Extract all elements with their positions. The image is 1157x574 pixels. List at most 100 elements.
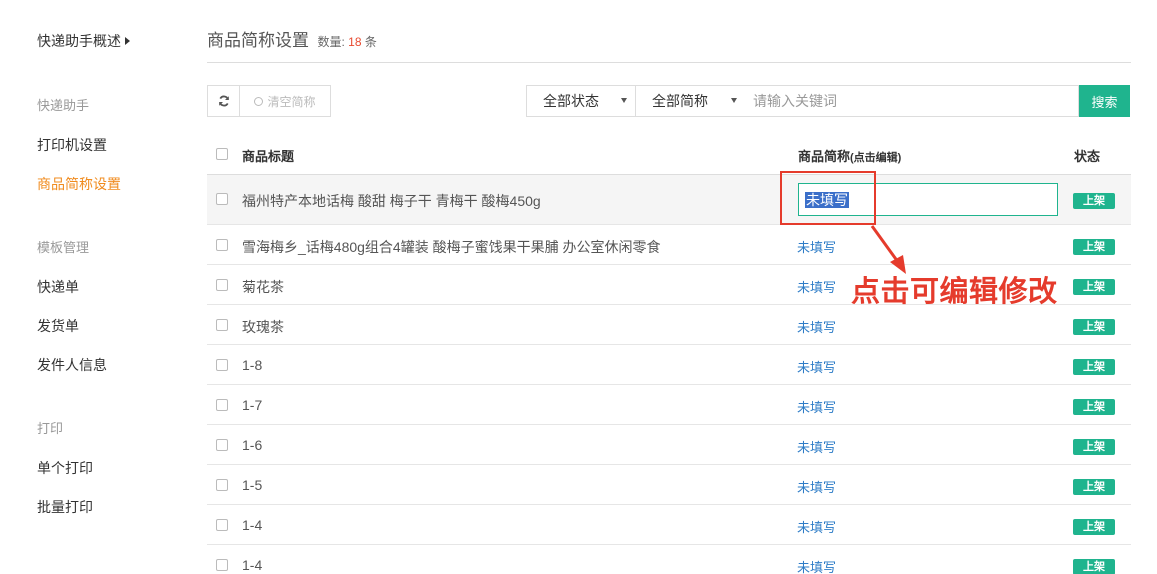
row-checkbox[interactable] [216, 559, 228, 571]
count-value: 18 [348, 35, 362, 49]
select-all-checkbox[interactable] [216, 148, 228, 160]
status-cell: 上架 [1073, 277, 1115, 295]
status-cell: 上架 [1073, 437, 1115, 455]
status-badge: 上架 [1073, 399, 1115, 415]
status-cell: 上架 [1073, 191, 1115, 209]
sidebar-overview-link[interactable]: 快递助手概述 [37, 31, 130, 51]
status-cell: 上架 [1073, 237, 1115, 255]
status-badge: 上架 [1073, 239, 1115, 255]
table-row[interactable]: 雪海梅乡_话梅480g组合4罐装 酸梅子蜜饯果干果脯 办公室休闲零食 未填写 上… [207, 225, 1131, 265]
alias-link[interactable]: 未填写 [797, 517, 836, 536]
clear-alias-label: 清空简称 [267, 94, 316, 109]
status-cell: 上架 [1073, 397, 1115, 415]
alias-filter-value: 全部简称 [652, 93, 708, 109]
table-row[interactable]: 1-7 未填写 上架 [207, 385, 1131, 425]
alias-link[interactable]: 未填写 [797, 557, 836, 574]
sidebar-item-printer-settings[interactable]: 打印机设置 [37, 135, 107, 155]
page-header: 商品简称设置 数量: 18 条 [207, 26, 1131, 63]
sidebar-item-batch-print[interactable]: 批量打印 [37, 497, 93, 517]
count-unit: 条 [364, 35, 377, 49]
table-row[interactable]: 1-8 未填写 上架 [207, 345, 1131, 385]
row-checkbox[interactable] [216, 279, 228, 291]
product-title: 1-6 [242, 437, 263, 453]
status-badge: 上架 [1073, 479, 1115, 495]
status-badge: 上架 [1073, 439, 1115, 455]
sidebar-item-single-print[interactable]: 单个打印 [37, 458, 93, 478]
product-title: 菊花茶 [242, 279, 284, 295]
sidebar-group-label: 快递助手 [37, 98, 90, 113]
status-badge: 上架 [1073, 359, 1115, 375]
alias-filter-select[interactable]: 全部简称 [635, 85, 746, 117]
column-header-title: 商品标题 [242, 149, 295, 164]
product-table: 商品标题 商品简称(点击编辑) 状态 福州特产本地话梅 酸甜 梅子干 青梅干 酸… [207, 134, 1131, 574]
status-filter-value: 全部状态 [543, 93, 599, 109]
product-title: 1-4 [242, 517, 263, 533]
table-row[interactable]: 1-5 未填写 上架 [207, 465, 1131, 505]
row-checkbox[interactable] [216, 479, 228, 491]
row-checkbox[interactable] [216, 359, 228, 371]
column-header-alias: 商品简称(点击编辑) [798, 146, 901, 165]
annotation-highlight-box [780, 171, 876, 225]
dropdown-arrow-icon [731, 98, 737, 103]
row-checkbox[interactable] [216, 319, 228, 331]
alias-link[interactable]: 未填写 [797, 317, 836, 336]
column-header-status: 状态 [1074, 149, 1101, 164]
product-title: 玫瑰茶 [242, 319, 284, 335]
status-cell: 上架 [1073, 357, 1115, 375]
status-cell: 上架 [1073, 557, 1115, 574]
search-input[interactable] [745, 85, 1079, 117]
row-checkbox[interactable] [216, 439, 228, 451]
alias-link[interactable]: 未填写 [797, 397, 836, 416]
product-title: 1-7 [242, 397, 263, 413]
alias-link[interactable]: 未填写 [797, 437, 836, 456]
status-badge: 上架 [1073, 519, 1115, 535]
table-row[interactable]: 玫瑰茶 未填写 上架 [207, 305, 1131, 345]
status-cell: 上架 [1073, 317, 1115, 335]
sidebar-item-alias-settings[interactable]: 商品简称设置 [37, 174, 121, 194]
status-badge: 上架 [1073, 559, 1115, 574]
sidebar: 快递助手概述 快递助手 打印机设置 商品简称设置 模板管理 快递单 发货单 发件… [0, 0, 190, 574]
refresh-icon [218, 95, 229, 107]
row-checkbox[interactable] [216, 519, 228, 531]
clear-alias-button[interactable]: 清空简称 [239, 85, 331, 117]
table-row[interactable]: 1-4 未填写 上架 [207, 505, 1131, 545]
product-title: 1-4 [242, 557, 263, 573]
refresh-button[interactable] [207, 85, 240, 117]
product-title: 1-8 [242, 357, 263, 373]
status-cell: 上架 [1073, 517, 1115, 535]
page-title: 商品简称设置 [207, 31, 309, 50]
row-checkbox[interactable] [216, 399, 228, 411]
annotation-text: 点击可编辑修改 [851, 276, 1058, 308]
sidebar-group-label: 模板管理 [37, 240, 90, 255]
table-row[interactable]: 1-6 未填写 上架 [207, 425, 1131, 465]
alias-link[interactable]: 未填写 [797, 237, 836, 256]
sidebar-item-sender-info[interactable]: 发件人信息 [37, 355, 107, 375]
sidebar-item-delivery-template[interactable]: 发货单 [37, 316, 79, 336]
alias-link[interactable]: 未填写 [797, 357, 836, 376]
status-badge: 上架 [1073, 193, 1115, 209]
sidebar-group-label: 打印 [37, 421, 64, 436]
column-header-alias-hint: (点击编辑) [850, 152, 902, 164]
sidebar-overview-label: 快递助手概述 [37, 33, 121, 49]
sidebar-item-express-template[interactable]: 快递单 [37, 277, 79, 297]
product-title: 福州特产本地话梅 酸甜 梅子干 青梅干 酸梅450g [242, 193, 541, 209]
count-label: 数量: [317, 35, 345, 49]
caret-right-icon [125, 37, 130, 45]
status-filter-select[interactable]: 全部状态 [526, 85, 636, 117]
status-badge: 上架 [1073, 319, 1115, 335]
search-button[interactable]: 搜索 [1079, 85, 1130, 117]
product-title: 1-5 [242, 477, 263, 493]
row-checkbox[interactable] [216, 193, 228, 205]
alias-link[interactable]: 未填写 [797, 477, 836, 496]
product-title: 雪海梅乡_话梅480g组合4罐装 酸梅子蜜饯果干果脯 办公室休闲零食 [242, 239, 661, 255]
table-header-row: 商品标题 商品简称(点击编辑) 状态 [207, 134, 1131, 175]
dropdown-arrow-icon [621, 98, 627, 103]
table-row[interactable]: 福州特产本地话梅 酸甜 梅子干 青梅干 酸梅450g 未填写 上架 [207, 175, 1131, 225]
item-count: 数量: 18 条 [317, 35, 376, 49]
alias-link[interactable]: 未填写 [797, 277, 836, 296]
status-cell: 上架 [1073, 477, 1115, 495]
circle-icon [254, 96, 264, 106]
table-row[interactable]: 1-4 未填写 上架 [207, 545, 1131, 574]
column-header-alias-label: 商品简称 [798, 149, 851, 164]
row-checkbox[interactable] [216, 239, 228, 251]
